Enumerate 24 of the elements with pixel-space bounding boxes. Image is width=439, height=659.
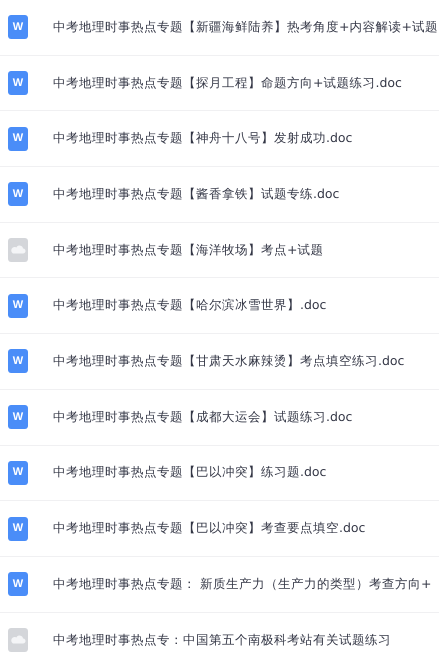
word-document-icon: W (8, 126, 28, 151)
file-name[interactable]: 中考地理时事热点专题【哈尔滨冰雪世界】.doc (53, 296, 326, 316)
file-name[interactable]: 中考地理时事热点专题【成都大运会】试题练习.doc (53, 408, 352, 427)
word-document-icon: W (8, 572, 28, 596)
word-document-icon: W (8, 405, 28, 430)
word-document-icon: W (8, 516, 28, 541)
word-document-icon: W (8, 294, 28, 318)
file-name[interactable]: 中考地理时事热点专题【酱香拿铁】试题专练.doc (53, 185, 340, 204)
file-name[interactable]: 中考地理时事热点专题【巴以冲突】练习题.doc (53, 463, 326, 482)
word-document-icon: W (8, 71, 28, 96)
file-name[interactable]: 中考地理时事热点专题【巴以冲突】考查要点填空.doc (53, 519, 366, 538)
file-name[interactable]: 中考地理时事热点专题【探月工程】命题方向+试题练习.doc (53, 74, 402, 92)
file-name[interactable]: 中考地理时事热点专题【海洋牧场】考点+试题 (53, 240, 324, 260)
word-document-icon: W (8, 349, 28, 374)
cloud-file-icon (8, 628, 28, 652)
word-document-icon: W (8, 460, 28, 485)
word-document-icon: W (8, 182, 28, 206)
file-name[interactable]: 中考地理时事热点专题【新疆海鲜陆养】热考角度+内容解读+试题 (53, 18, 438, 37)
cloud-file-icon (8, 238, 28, 262)
file-name[interactable]: 中考地理时事热点专题【神舟十八号】发射成功.doc (53, 129, 352, 148)
file-name[interactable]: 中考地理时事热点专题【甘肃天水麻辣烫】考点填空练习.doc (53, 352, 404, 371)
file-name[interactable]: 中考地理时事热点专题： 新质生产力（生产力的类型）考查方向+ (53, 574, 432, 594)
file-name[interactable]: 中考地理时事热点专：中国第五个南极科考站有关试题练习 (53, 630, 391, 650)
word-document-icon: W (8, 15, 28, 40)
